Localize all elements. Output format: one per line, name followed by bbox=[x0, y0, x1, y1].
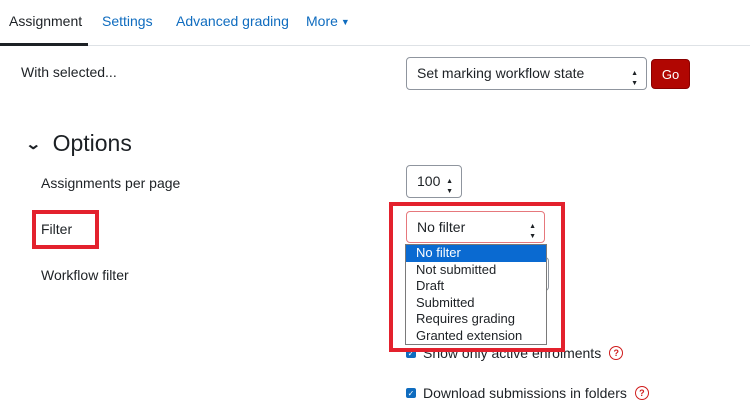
tab-more-label: More bbox=[306, 13, 338, 29]
tab-more[interactable]: More ▼ bbox=[306, 13, 350, 29]
chevron-down-icon: ⌄ bbox=[25, 135, 42, 153]
per-page-select[interactable]: 100 ▲ ▼ bbox=[406, 165, 462, 198]
download-folders-row: ✓ Download submissions in folders ? bbox=[406, 385, 649, 401]
tab-assignment[interactable]: Assignment bbox=[9, 13, 82, 29]
secondary-navigation: Assignment Settings Advanced grading Mor… bbox=[0, 0, 750, 46]
active-tab-indicator bbox=[0, 43, 88, 46]
filter-label-highlight bbox=[32, 210, 99, 249]
workflow-filter-label: Workflow filter bbox=[41, 267, 129, 283]
bulk-action-value: Set marking workflow state bbox=[417, 65, 585, 81]
bulk-action-select[interactable]: Set marking workflow state ▲ ▼ bbox=[406, 57, 647, 90]
with-selected-label: With selected... bbox=[21, 64, 117, 80]
updown-arrows-icon: ▲ ▼ bbox=[446, 178, 453, 195]
download-folders-checkbox[interactable]: ✓ bbox=[406, 388, 416, 398]
chevron-down-icon: ▼ bbox=[340, 17, 350, 27]
question-circle-icon[interactable]: ? bbox=[609, 346, 624, 360]
tab-advanced-grading[interactable]: Advanced grading bbox=[176, 13, 289, 29]
download-folders-label: Download submissions in folders bbox=[423, 385, 627, 401]
updown-arrows-icon: ▲ ▼ bbox=[631, 70, 638, 87]
tab-settings[interactable]: Settings bbox=[102, 13, 153, 29]
filter-dropdown-highlight bbox=[389, 202, 565, 352]
options-heading: Options bbox=[52, 130, 132, 156]
options-section-toggle[interactable]: ⌄ Options bbox=[25, 130, 132, 157]
per-page-value: 100 bbox=[417, 173, 441, 189]
go-button[interactable]: Go bbox=[651, 59, 690, 89]
question-circle-icon[interactable]: ? bbox=[634, 386, 649, 400]
per-page-label: Assignments per page bbox=[41, 175, 181, 191]
